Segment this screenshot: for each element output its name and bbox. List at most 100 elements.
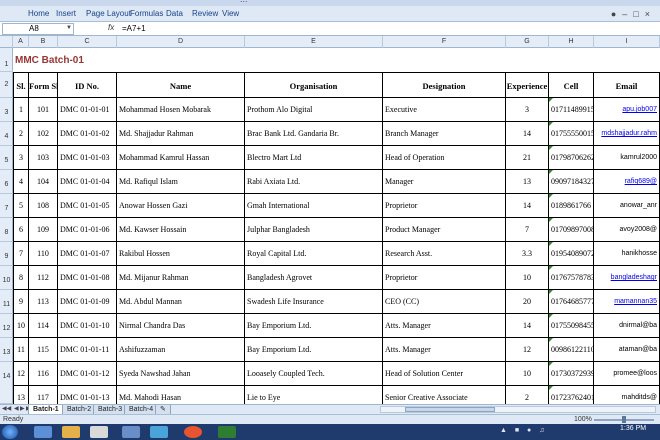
cell-id-no[interactable]: DMC 01-01-13 xyxy=(58,386,117,404)
cell-designation[interactable]: Senior Creative Associate xyxy=(383,386,506,404)
select-all-corner[interactable] xyxy=(0,36,13,48)
cell-experience[interactable]: 12 xyxy=(506,338,549,362)
cell-sl[interactable]: 4 xyxy=(13,170,29,194)
cell-id-no[interactable]: DMC 01-01-07 xyxy=(58,242,117,266)
cell-email[interactable]: hanikhosse xyxy=(594,242,660,266)
system-tray[interactable]: ▲ ■ ● ♫ xyxy=(500,427,547,434)
fx-icon[interactable]: fx xyxy=(108,23,114,32)
cell-form-sl[interactable]: 108 xyxy=(29,194,58,218)
tab-review[interactable]: Review xyxy=(192,9,218,18)
chrome-taskbar-icon[interactable] xyxy=(184,426,202,438)
row-header[interactable]: 1 xyxy=(0,48,13,72)
cell-name[interactable]: Mohammad Hosen Mobarak xyxy=(117,98,245,122)
column-header[interactable]: A xyxy=(13,36,29,48)
cell-name[interactable]: Md. Abdul Mannan xyxy=(117,290,245,314)
app-taskbar-icon[interactable] xyxy=(122,426,140,438)
prev-sheet-icon[interactable]: ◀ xyxy=(14,405,19,412)
row-header[interactable]: 7 xyxy=(0,194,13,218)
tab-insert[interactable]: Insert xyxy=(56,9,76,18)
cell-form-sl[interactable]: 113 xyxy=(29,290,58,314)
header-form-sl[interactable]: Form Sl. xyxy=(29,72,58,98)
cell-organisation[interactable]: Gmah International xyxy=(245,194,383,218)
cell-name[interactable]: Md. Mahodi Hasan xyxy=(117,386,245,404)
zoom-slider[interactable] xyxy=(594,416,654,423)
cell-organisation[interactable]: Julphar Bangladesh xyxy=(245,218,383,242)
cell-phone[interactable]: 09097184327 xyxy=(549,170,594,194)
cell-id-no[interactable]: DMC 01-01-02 xyxy=(58,122,117,146)
cell-email[interactable]: mamannan35 xyxy=(594,290,660,314)
cell-designation[interactable]: Research Asst. xyxy=(383,242,506,266)
cell-phone[interactable]: 0189861766 xyxy=(549,194,594,218)
cell-email[interactable]: kamrul2000 xyxy=(594,146,660,170)
cell-id-no[interactable]: DMC 01-01-04 xyxy=(58,170,117,194)
excel-taskbar-icon[interactable] xyxy=(218,426,236,438)
cell-phone[interactable]: 01798706262 xyxy=(549,146,594,170)
cell-experience[interactable]: 14 xyxy=(506,122,549,146)
zoom-slider-knob[interactable] xyxy=(622,416,626,423)
tab-home[interactable]: Home xyxy=(28,9,49,18)
cell-sl[interactable]: 13 xyxy=(13,386,29,404)
cell-email[interactable]: anowar_anr xyxy=(594,194,660,218)
cell-sl[interactable]: 5 xyxy=(13,194,29,218)
first-sheet-icon[interactable]: ◀◀ xyxy=(2,405,11,412)
cell-form-sl[interactable]: 116 xyxy=(29,362,58,386)
cell-designation[interactable]: Manager xyxy=(383,170,506,194)
cell-name[interactable]: Md. Mijanur Rahman xyxy=(117,266,245,290)
cell-id-no[interactable]: DMC 01-01-12 xyxy=(58,362,117,386)
cell-email[interactable]: apu.job007 xyxy=(594,98,660,122)
cell-sl[interactable]: 2 xyxy=(13,122,29,146)
cell-sl[interactable]: 3 xyxy=(13,146,29,170)
cell-organisation[interactable]: Lie to Eye xyxy=(245,386,383,404)
minimize-icon[interactable]: – xyxy=(622,9,633,19)
tab-view[interactable]: View xyxy=(222,9,239,18)
cell-form-sl[interactable]: 117 xyxy=(29,386,58,404)
column-header[interactable]: G xyxy=(506,36,549,48)
row-header[interactable]: 8 xyxy=(0,218,13,242)
cell-organisation[interactable]: Brac Bank Ltd. Gandaria Br. xyxy=(245,122,383,146)
column-header[interactable]: H xyxy=(549,36,594,48)
row-header[interactable]: 14 xyxy=(0,362,13,404)
tab-formulas[interactable]: Formulas xyxy=(130,9,163,18)
cell-organisation[interactable]: Bay Emporium Ltd. xyxy=(245,338,383,362)
help-icon[interactable]: ● xyxy=(611,9,622,19)
column-header[interactable]: B xyxy=(29,36,58,48)
cell-sl[interactable]: 10 xyxy=(13,314,29,338)
cell-sl[interactable]: 1 xyxy=(13,98,29,122)
cell-id-no[interactable]: DMC 01-01-10 xyxy=(58,314,117,338)
cell-organisation[interactable]: Blectro Mart Ltd xyxy=(245,146,383,170)
cell-form-sl[interactable]: 112 xyxy=(29,266,58,290)
cell-sl[interactable]: 11 xyxy=(13,338,29,362)
header-designation[interactable]: Designation xyxy=(383,72,506,98)
row-header[interactable]: 3 xyxy=(0,98,13,122)
cell-experience[interactable]: 14 xyxy=(506,194,549,218)
cell-designation[interactable]: Atts. Manager xyxy=(383,314,506,338)
column-header[interactable]: F xyxy=(383,36,506,48)
cell-experience[interactable]: 3.3 xyxy=(506,242,549,266)
tab-page-layout[interactable]: Page Layout xyxy=(86,9,131,18)
column-header[interactable]: D xyxy=(117,36,245,48)
row-header[interactable]: 10 xyxy=(0,266,13,290)
close-icon[interactable]: × xyxy=(645,9,656,19)
row-header[interactable]: 13 xyxy=(0,338,13,362)
cell-name[interactable]: Md. Rafiqul Islam xyxy=(117,170,245,194)
cell-designation[interactable]: Head of Solution Center xyxy=(383,362,506,386)
horizontal-scroll-thumb[interactable] xyxy=(405,407,495,412)
cell-organisation[interactable]: Looasely Coupled Tech. xyxy=(245,362,383,386)
header-sl[interactable]: Sl. xyxy=(13,72,29,98)
cell-experience[interactable]: 2 xyxy=(506,386,549,404)
cell-designation[interactable]: CEO (CC) xyxy=(383,290,506,314)
cell-experience[interactable]: 10 xyxy=(506,266,549,290)
cell-organisation[interactable]: Rabi Axiata Ltd. xyxy=(245,170,383,194)
restore-icon[interactable]: □ xyxy=(633,9,644,19)
cell-experience[interactable]: 14 xyxy=(506,314,549,338)
cell-id-no[interactable]: DMC 01-01-11 xyxy=(58,338,117,362)
header-experience[interactable]: Experience xyxy=(506,72,549,98)
cell-sl[interactable]: 8 xyxy=(13,266,29,290)
cell-designation[interactable]: Product Manager xyxy=(383,218,506,242)
cell-sl[interactable]: 6 xyxy=(13,218,29,242)
name-box[interactable]: A8 xyxy=(2,23,74,35)
formula-input[interactable]: =A7+1 xyxy=(122,24,146,33)
cell-name[interactable]: Md. Kawser Hossain xyxy=(117,218,245,242)
cell-sl[interactable]: 12 xyxy=(13,362,29,386)
cell-id-no[interactable]: DMC 01-01-05 xyxy=(58,194,117,218)
